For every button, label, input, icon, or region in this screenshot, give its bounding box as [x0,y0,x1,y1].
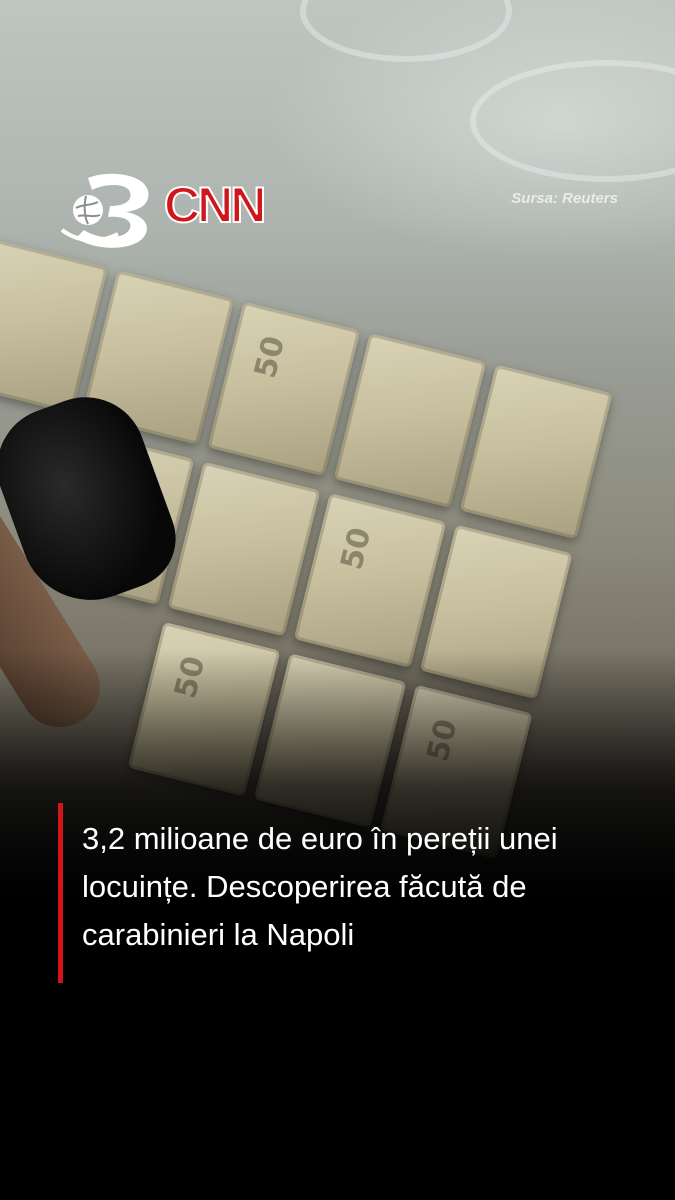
headline-block: 3,2 milioane de euro în pereții unei loc… [58,803,658,983]
cash-stack: 50 [207,301,361,477]
cash-stack: 50 [293,493,447,668]
banknote-denomination: 50 [334,524,379,574]
cash-stack [333,333,487,508]
banknote-denomination: 50 [248,332,293,382]
headline-text: 3,2 milioane de euro în pereții unei loc… [82,821,558,952]
headline-accent-bar [58,803,63,983]
cash-stack [167,461,321,637]
antena3-globe-icon [60,173,149,248]
cnn-wordmark: CNN [163,176,267,234]
antena3-cnn-logo: CNN [58,168,268,248]
story-frame: 50 50 50 50 CNN Sursa: Reuters 3,2 milio… [0,0,675,1200]
source-credit: Sursa: Reuters [511,190,618,207]
cash-stack [459,364,613,540]
